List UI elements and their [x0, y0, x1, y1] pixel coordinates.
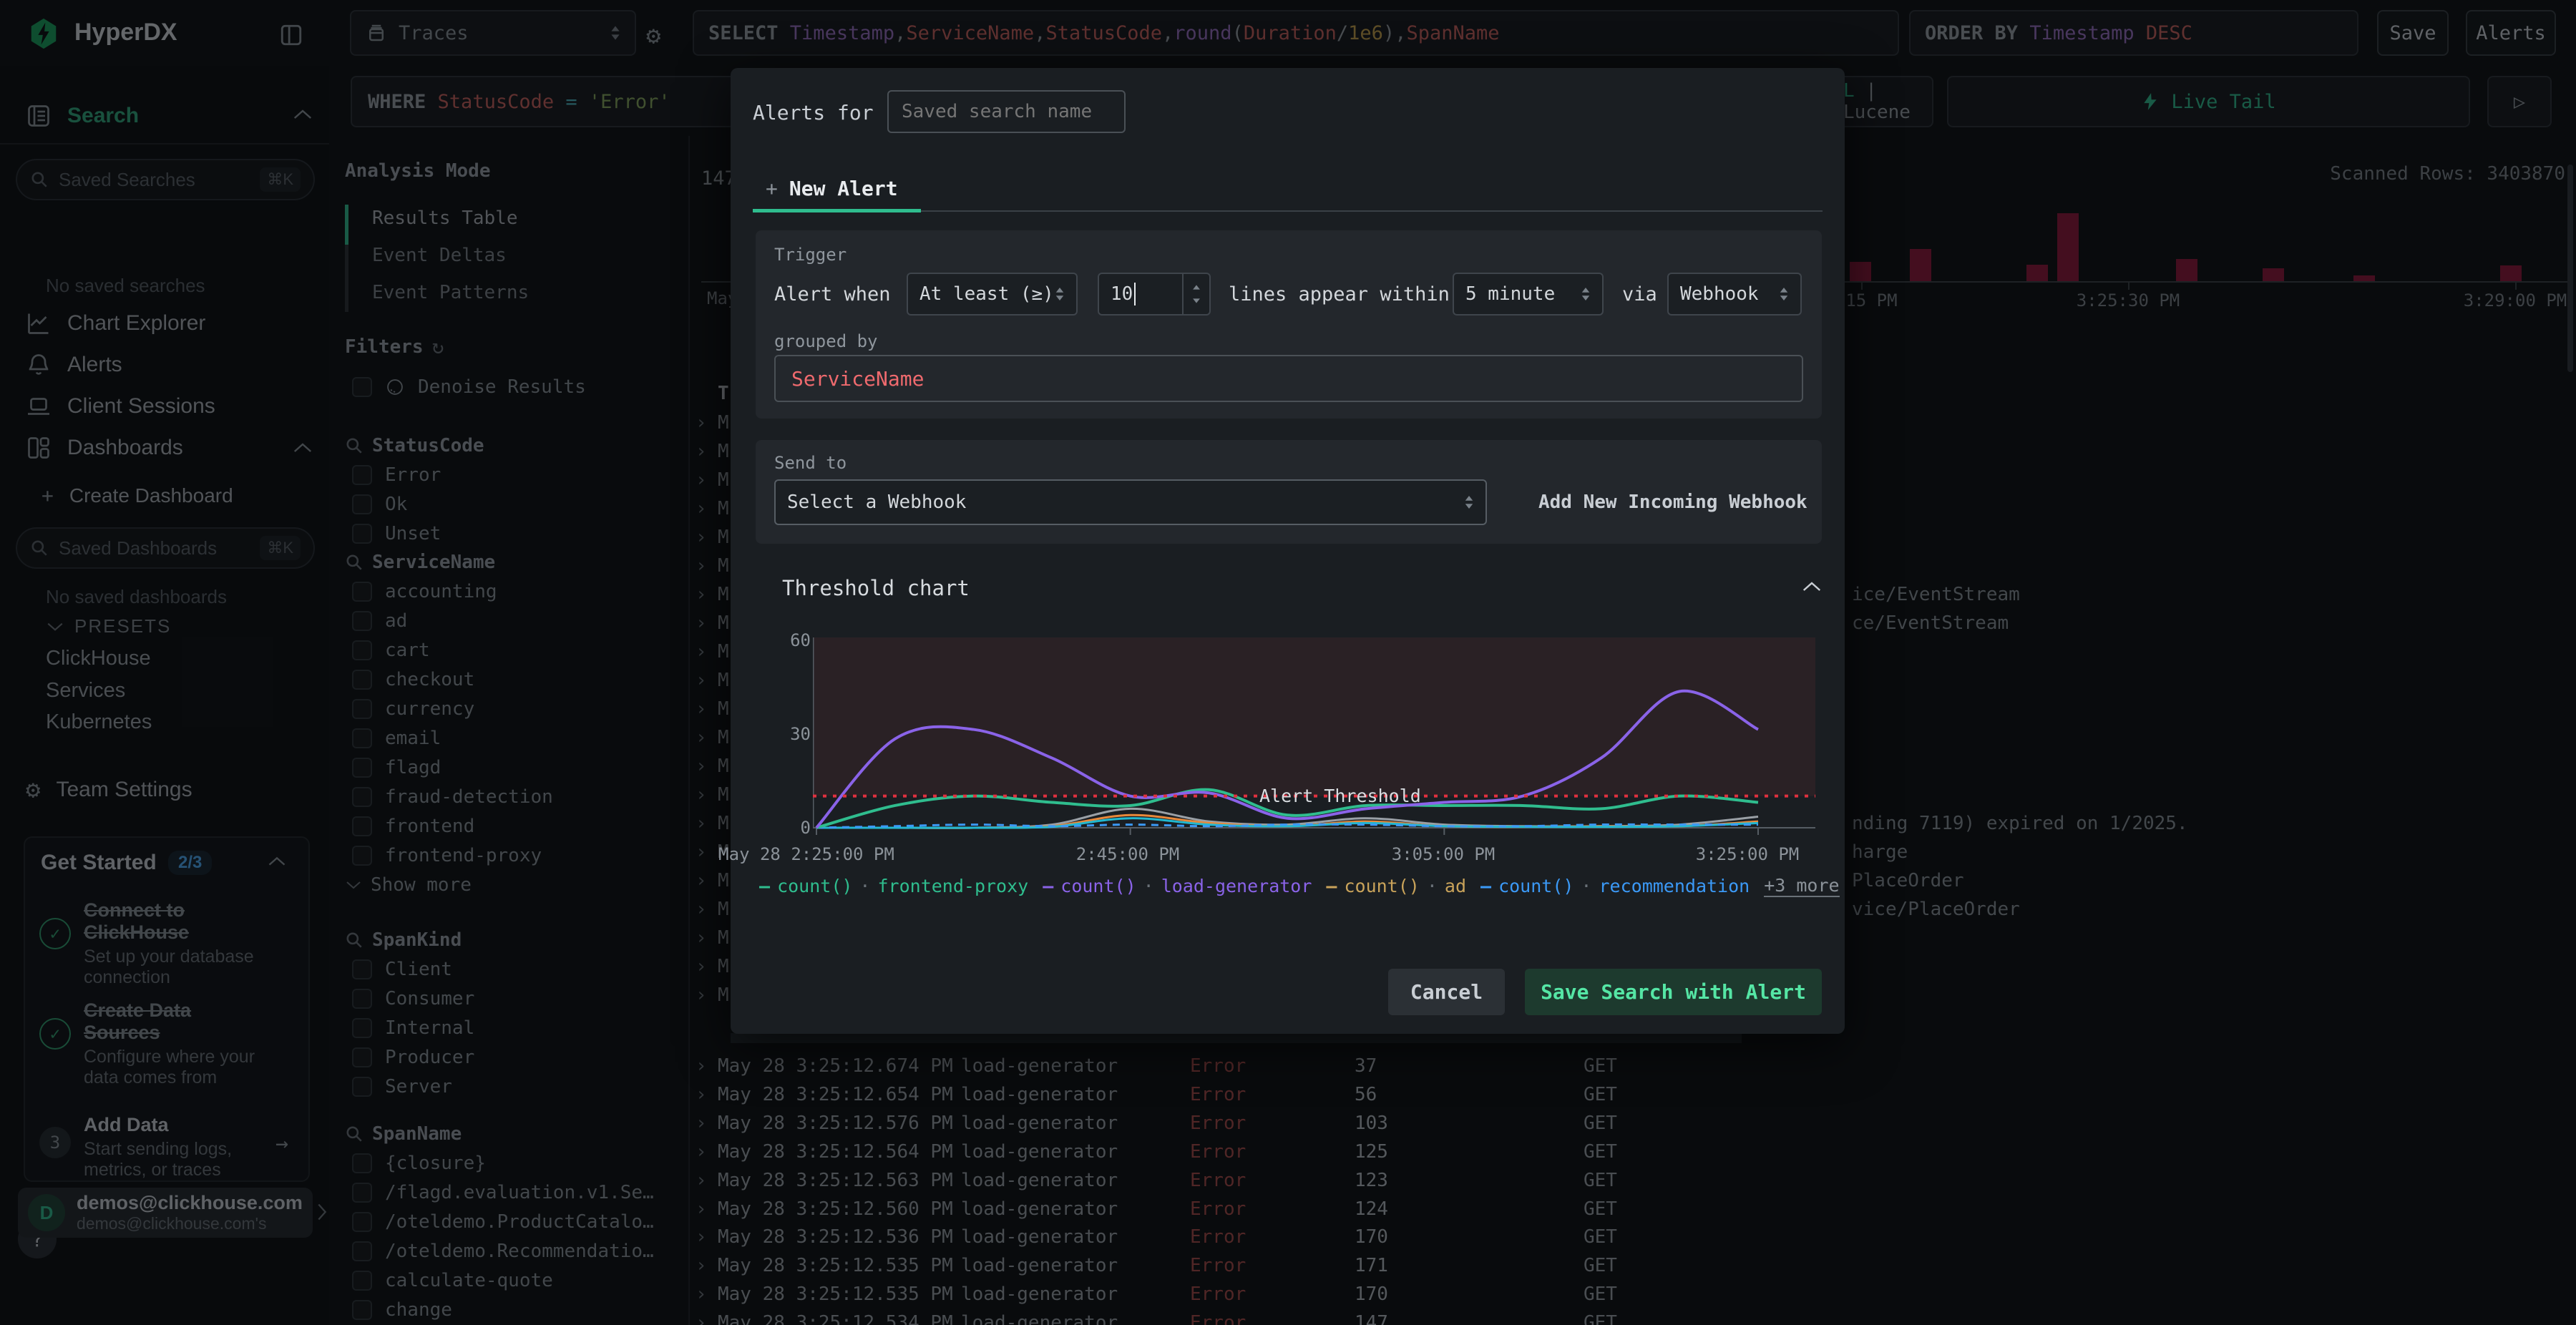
- legend-swatch: —: [1043, 876, 1054, 896]
- legend-item[interactable]: — count() · recommendation: [1480, 876, 1750, 896]
- legend-separator: ·: [859, 876, 871, 896]
- legend-item[interactable]: — count() · frontend-proxy: [759, 876, 1028, 896]
- send-to-label: Send to: [774, 453, 847, 473]
- legend-name: ad: [1444, 876, 1466, 896]
- legend-metric: count(): [1344, 876, 1420, 896]
- save-search-with-alert-button[interactable]: Save Search with Alert: [1525, 969, 1822, 1015]
- chevron-updown-icon: [1465, 496, 1473, 509]
- plus-icon: +: [766, 177, 778, 200]
- legend-swatch: —: [1326, 876, 1337, 896]
- legend-name: load-generator: [1161, 876, 1312, 896]
- ytick-60: 60: [790, 630, 811, 650]
- tab-new-alert[interactable]: + New Alert: [766, 177, 898, 200]
- legend-swatch: —: [1480, 876, 1492, 896]
- grouped-by-input[interactable]: ServiceName: [774, 355, 1803, 402]
- chart-xtick-label: 2:45:00 PM: [1075, 844, 1180, 864]
- legend-metric: count(): [1060, 876, 1136, 896]
- trigger-panel: Trigger Alert when At least (≥) 10 lines…: [756, 230, 1822, 419]
- alert-modal: Alerts for + New Alert Trigger Alert whe…: [718, 68, 1845, 1034]
- channel-select[interactable]: Webhook: [1667, 273, 1802, 316]
- add-webhook-button[interactable]: Add New Incoming Webhook: [1538, 492, 1807, 513]
- alert-when-label: Alert when: [774, 283, 891, 305]
- cancel-button[interactable]: Cancel: [1388, 969, 1505, 1015]
- comparator-value: At least (≥): [919, 283, 1054, 305]
- tab-active-underline: [753, 209, 921, 212]
- text-caret: [1134, 283, 1136, 305]
- webhook-select-value: Select a Webhook: [787, 492, 967, 513]
- lines-within-label: lines appear within: [1229, 283, 1450, 305]
- send-to-panel: Send to Select a Webhook Add New Incomin…: [756, 440, 1822, 544]
- legend-more-button[interactable]: +3 more: [1764, 875, 1840, 897]
- legend-metric: count(): [1498, 876, 1574, 896]
- threshold-chart-title: Threshold chart: [782, 576, 970, 600]
- legend-separator: ·: [1143, 876, 1154, 896]
- window-select[interactable]: 5 minute: [1453, 273, 1604, 316]
- legend-metric: count(): [777, 876, 853, 896]
- number-spinner[interactable]: [1182, 274, 1209, 314]
- legend-item[interactable]: — count() · load-generator: [1043, 876, 1312, 896]
- tab-new-alert-label: New Alert: [789, 177, 898, 200]
- via-label: via: [1622, 283, 1657, 305]
- collapse-chart-chevron-icon[interactable]: [1801, 580, 1823, 593]
- chevron-updown-icon: [1581, 288, 1590, 300]
- legend-name: frontend-proxy: [877, 876, 1029, 896]
- grouped-by-value: ServiceName: [791, 366, 924, 391]
- chart-xtick-label: 3:25:00 PM: [1695, 844, 1800, 864]
- legend-separator: ·: [1581, 876, 1592, 896]
- ytick-30: 30: [790, 724, 811, 744]
- legend-name: recommendation: [1599, 876, 1750, 896]
- chart-xtick-label: May 28 2:25:00 PM: [718, 844, 894, 864]
- chevron-updown-icon: [1055, 288, 1064, 300]
- chart-xtick-label: 3:05:00 PM: [1391, 844, 1496, 864]
- legend-swatch: —: [759, 876, 771, 896]
- grouped-by-label: grouped by: [774, 331, 878, 351]
- threshold-number-input[interactable]: 10: [1098, 273, 1211, 316]
- threshold-value: 10: [1099, 283, 1136, 305]
- saved-search-name-input[interactable]: [887, 90, 1126, 133]
- chevron-updown-icon: [1780, 288, 1788, 300]
- threshold-chart: [813, 637, 1815, 835]
- legend-separator: ·: [1426, 876, 1438, 896]
- legend-item[interactable]: — count() · ad: [1326, 876, 1466, 896]
- comparator-select[interactable]: At least (≥): [907, 273, 1078, 316]
- channel-value: Webhook: [1680, 283, 1759, 305]
- chart-legend: — count() · frontend-proxy — count() · load-gen…: [759, 875, 1840, 897]
- window-value: 5 minute: [1465, 283, 1556, 305]
- ytick-0: 0: [800, 818, 811, 838]
- trigger-section-label: Trigger: [774, 245, 847, 265]
- alert-threshold-label: Alert Threshold: [1259, 786, 1421, 806]
- webhook-select[interactable]: Select a Webhook: [774, 479, 1487, 525]
- modal-title: Alerts for: [753, 101, 874, 124]
